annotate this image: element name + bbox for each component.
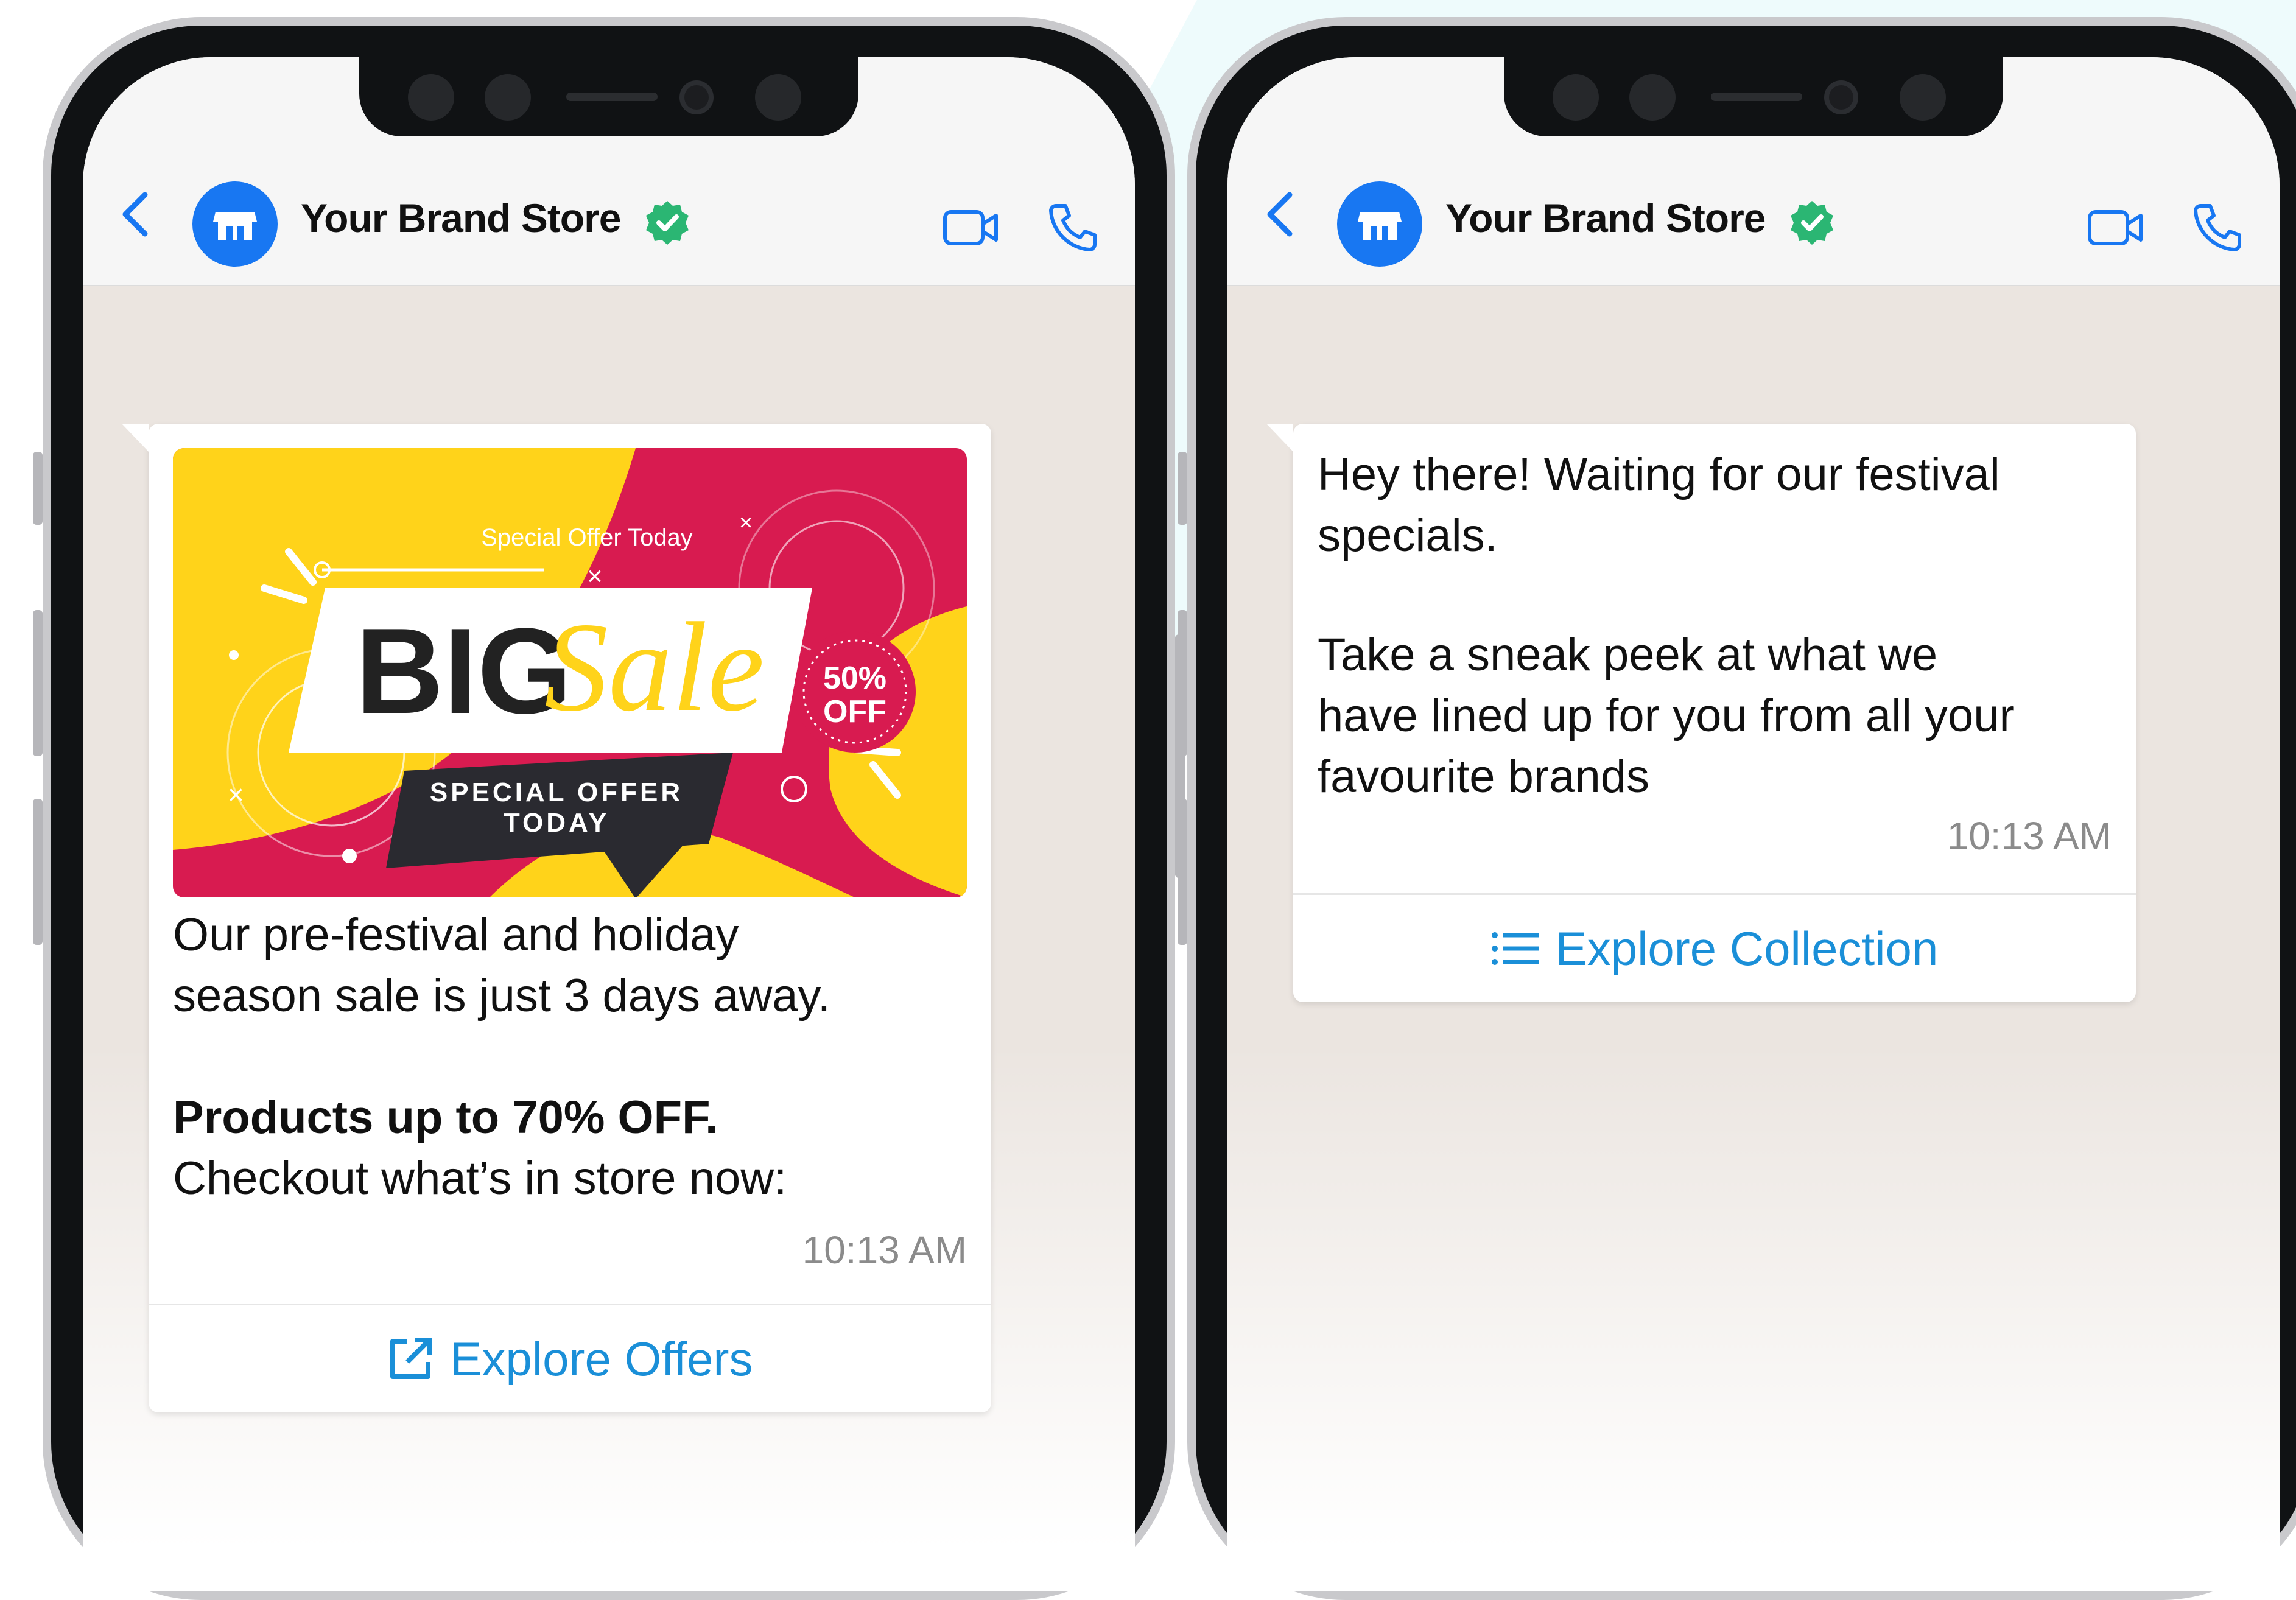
chat-area: Hey there! Waiting for our festival spec… — [1227, 286, 2280, 1591]
banner-sale-script: Sale — [544, 597, 765, 738]
back-arrow-icon[interactable] — [1265, 191, 1294, 237]
message-text-2: Take a sneak peek at what we have lined … — [1318, 629, 2015, 802]
video-call-icon[interactable] — [943, 208, 1000, 247]
avatar[interactable] — [192, 181, 278, 267]
store-icon — [213, 212, 257, 240]
external-link-icon — [390, 1338, 432, 1379]
banner-big-text: BIG — [356, 603, 572, 739]
store-icon — [1358, 212, 1402, 240]
message-bubble: × × × Special Offer Today BIG Sale 50% O… — [122, 424, 991, 1412]
ribbon-line1: SPECIAL OFFER — [430, 777, 683, 807]
svg-text:×: × — [587, 561, 603, 591]
message-text: Hey there! Waiting for our festival spec… — [1318, 449, 2000, 561]
store-name[interactable]: Your Brand Store — [1445, 195, 1766, 241]
verified-badge-icon — [646, 201, 689, 245]
message-bold-text: Products up to 70% OFF. — [173, 1092, 718, 1143]
badge-percent: 50% — [823, 661, 886, 696]
svg-text:×: × — [739, 510, 753, 536]
phone-right: Your Brand Store Hey there! Waiting for … — [1178, 17, 2296, 1600]
svg-text:×: × — [228, 779, 244, 810]
back-arrow-icon[interactable] — [121, 191, 150, 237]
explore-offers-label: Explore Offers — [450, 1332, 753, 1386]
notch — [359, 57, 858, 136]
phone-call-icon[interactable] — [2192, 201, 2243, 252]
video-call-icon[interactable] — [2087, 208, 2144, 247]
message-text: Our pre-festival and holiday season sale… — [173, 909, 831, 1022]
message-text-2: Checkout what’s in store now: — [173, 1153, 787, 1204]
phone-left: Your Brand Store × × × Special Offer Tod… — [33, 17, 1185, 1600]
explore-collection-label: Explore Collection — [1555, 921, 1939, 975]
notch — [1504, 57, 2003, 136]
message-time: 10:13 AM — [802, 1228, 967, 1272]
sale-banner-image: × × × Special Offer Today BIG Sale 50% O… — [173, 448, 967, 897]
phone-call-icon[interactable] — [1047, 201, 1098, 252]
explore-offers-button[interactable]: Explore Offers — [149, 1304, 991, 1412]
phone-screen: Your Brand Store × × × Special Offer Tod… — [83, 57, 1135, 1591]
message-bubble: Hey there! Waiting for our festival spec… — [1266, 424, 2136, 1002]
chat-area: × × × Special Offer Today BIG Sale 50% O… — [83, 286, 1135, 1591]
store-name[interactable]: Your Brand Store — [301, 195, 622, 241]
banner-top-text: Special Offer Today — [481, 524, 693, 551]
message-time: 10:13 AM — [1947, 814, 2112, 858]
phone-screen: Your Brand Store Hey there! Waiting for … — [1227, 57, 2280, 1591]
badge-off: OFF — [823, 694, 886, 729]
ribbon-line2: TODAY — [504, 808, 609, 838]
list-icon — [1491, 932, 1539, 965]
explore-collection-button[interactable]: Explore Collection — [1293, 893, 2136, 1002]
verified-badge-icon — [1791, 201, 1833, 245]
avatar[interactable] — [1337, 181, 1422, 267]
